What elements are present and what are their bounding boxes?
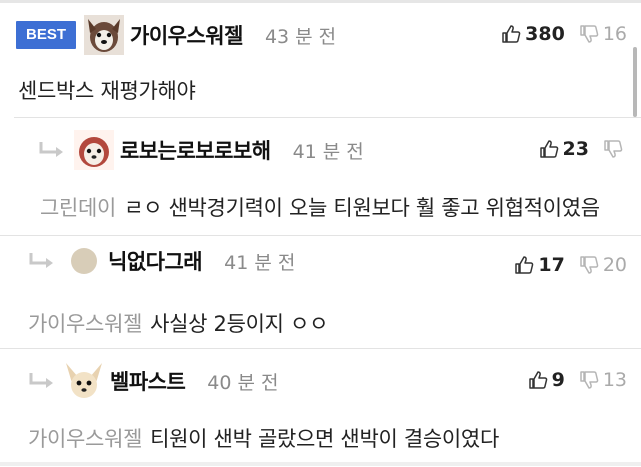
thumbs-up-icon (502, 25, 521, 43)
thumbs-up-icon (515, 256, 534, 274)
downvote-count: 13 (602, 369, 627, 391)
comment-item: BEST 가이우스워젤 43 분 전 380 16 센드박스 재평가해야 (0, 3, 641, 117)
comment-text: 센드박스 재평가해야 (18, 79, 196, 103)
downvote-button[interactable] (603, 139, 627, 159)
nickname[interactable]: 가이우스워젤 (130, 20, 243, 50)
reply-arrow-icon (28, 371, 54, 391)
mention-tag[interactable]: 가이우스워젤 (28, 427, 142, 451)
default-avatar-icon (71, 248, 97, 274)
bottom-divider (0, 462, 641, 466)
nickname[interactable]: 벨파스트 (110, 366, 186, 396)
upvote-count: 17 (538, 254, 565, 276)
upvote-count: 380 (525, 23, 565, 45)
reply-arrow-icon (28, 251, 54, 271)
nickname[interactable]: 로보는로보로보해 (120, 135, 271, 165)
thumbs-down-icon (580, 371, 599, 389)
scrollbar[interactable] (633, 47, 637, 117)
timestamp: 40 분 전 (207, 371, 279, 394)
comment-text: 그린데이 ㄹㅇ 샌박경기력이 오늘 티원보다 훨 좋고 위협적이였음 (40, 192, 600, 222)
comment-header: 닉없다그래 41 분 전 (28, 246, 295, 276)
comment-header: BEST 가이우스워젤 43 분 전 (16, 15, 336, 55)
comment-header: 로보는로보로보해 41 분 전 (38, 130, 364, 170)
downvote-count: 16 (602, 23, 627, 45)
thumbs-down-icon (580, 25, 599, 43)
timestamp: 41 분 전 (224, 251, 296, 274)
mention-tag[interactable]: 가이우스워젤 (28, 312, 142, 336)
vote-group: 9 13 (514, 369, 627, 391)
reply-item: 닉없다그래 41 분 전 17 20 가이우스워젤 사실상 2등이지 ㅇㅇ (0, 235, 641, 349)
downvote-button[interactable]: 16 (579, 23, 627, 45)
chihuahua-avatar-icon (64, 361, 104, 401)
comment-body: 사실상 2등이지 ㅇㅇ (150, 312, 329, 336)
dog-avatar-icon (84, 15, 125, 55)
vote-group: 380 16 (487, 23, 627, 45)
best-badge: BEST (16, 21, 77, 49)
comment-header: 벨파스트 40 분 전 (28, 361, 279, 401)
vote-group: 17 20 (500, 254, 627, 276)
reply-item: 로보는로보로보해 41 분 전 23 그린데이 ㄹㅇ 샌박경기력이 오늘 티원보다… (14, 117, 641, 236)
thumbs-up-icon (528, 371, 547, 389)
thumbs-down-icon (580, 256, 599, 274)
avatar[interactable] (84, 15, 125, 55)
upvote-button[interactable]: 9 (528, 369, 565, 391)
nickname[interactable]: 닉없다그래 (108, 246, 203, 276)
upvote-button[interactable]: 23 (539, 138, 589, 160)
avatar[interactable] (74, 130, 114, 170)
reply-arrow-icon (38, 140, 64, 160)
vote-group: 23 (525, 138, 627, 160)
avatar[interactable] (70, 247, 98, 275)
upvote-button[interactable]: 17 (514, 254, 565, 276)
timestamp: 41 분 전 (292, 140, 364, 163)
thumbs-down-icon (604, 140, 623, 158)
comment-body: 티원이 샌박 골랐으면 샌박이 결승이였다 (150, 427, 499, 451)
avatar[interactable] (64, 361, 104, 401)
upvote-button[interactable]: 380 (501, 23, 565, 45)
timestamp: 43 분 전 (264, 25, 337, 48)
downvote-count: 20 (602, 254, 627, 276)
downvote-button[interactable]: 13 (579, 369, 627, 391)
upvote-count: 9 (551, 369, 565, 391)
comment-text: 가이우스워젤 티원이 샌박 골랐으면 샌박이 결승이였다 (28, 423, 499, 453)
comment-text: 가이우스워젤 사실상 2등이지 ㅇㅇ (28, 308, 328, 338)
upvote-count: 23 (562, 138, 589, 160)
thumbs-up-icon (539, 140, 558, 158)
puppy-avatar-icon (74, 130, 114, 170)
downvote-button[interactable]: 20 (579, 254, 627, 276)
mention-tag[interactable]: 그린데이 (40, 196, 116, 220)
comment-body: ㄹㅇ 샌박경기력이 오늘 티원보다 훨 좋고 위협적이였음 (124, 196, 600, 220)
reply-item: 벨파스트 40 분 전 9 13 가이우스워젤 티원이 샌박 골랐으면 샌박이 결… (0, 348, 641, 467)
